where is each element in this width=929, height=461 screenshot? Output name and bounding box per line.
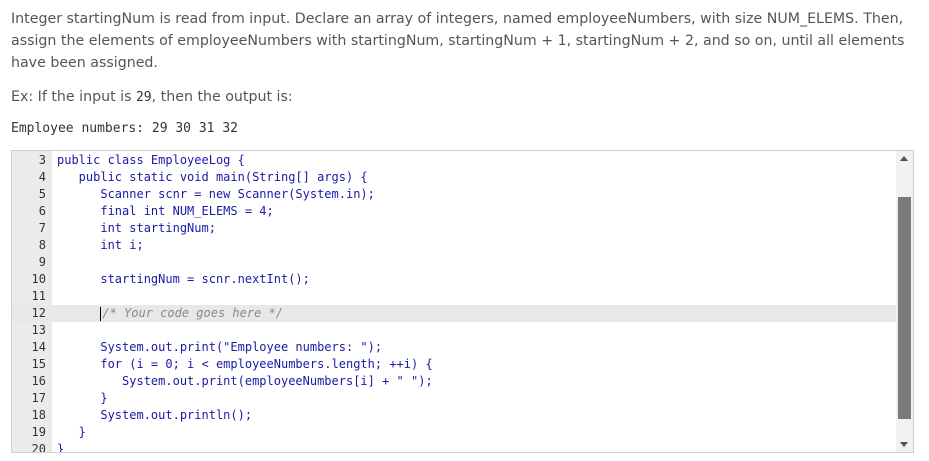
line-number: 12 xyxy=(31,306,46,320)
line-number: 10 xyxy=(31,272,46,286)
line-number: 14 xyxy=(31,340,46,354)
arrow-up-icon[interactable] xyxy=(900,156,908,161)
line-number: 17 xyxy=(31,391,46,405)
code-line[interactable]: 8 int i; xyxy=(12,237,896,254)
line-number: 8 xyxy=(38,238,46,252)
code-line[interactable]: 12 /* Your code goes here */ xyxy=(12,305,896,322)
code-line[interactable]: 13 xyxy=(12,322,896,339)
line-code[interactable]: int i; xyxy=(57,237,143,254)
code-line[interactable]: 20} xyxy=(12,441,896,453)
line-code[interactable]: System.out.print(employeeNumbers[i] + " … xyxy=(57,373,433,390)
line-number: 15 xyxy=(31,357,46,371)
line-number: 20 xyxy=(31,442,46,453)
line-code[interactable]: public static void main(String[] args) { xyxy=(57,169,368,186)
code-line[interactable]: 10 startingNum = scnr.nextInt(); xyxy=(12,271,896,288)
code-line[interactable]: 18 System.out.println(); xyxy=(12,407,896,424)
line-code[interactable]: Scanner scnr = new Scanner(System.in); xyxy=(57,186,375,203)
line-code[interactable]: startingNum = scnr.nextInt(); xyxy=(57,271,310,288)
code-line[interactable]: 15 for (i = 0; i < employeeNumbers.lengt… xyxy=(12,356,896,373)
line-number: 7 xyxy=(38,221,46,235)
code-line[interactable]: 9 xyxy=(12,254,896,271)
code-line[interactable]: 5 Scanner scnr = new Scanner(System.in); xyxy=(12,186,896,203)
code-line[interactable]: 3 public class EmployeeLog { xyxy=(12,152,896,169)
code-line[interactable]: 4 public static void main(String[] args)… xyxy=(12,169,896,186)
line-code[interactable]: /* Your code goes here */ xyxy=(57,305,283,322)
vertical-scrollbar[interactable] xyxy=(896,151,913,452)
line-number: 5 xyxy=(38,187,46,201)
example-input-value: 29 xyxy=(135,90,152,105)
line-code[interactable]: System.out.println(); xyxy=(57,407,252,424)
line-number: 4 xyxy=(38,170,46,184)
line-code[interactable]: } xyxy=(57,390,107,407)
code-line[interactable]: 6 final int NUM_ELEMS = 4; xyxy=(12,203,896,220)
code-line[interactable]: 19 } xyxy=(12,424,896,441)
arrow-down-icon[interactable] xyxy=(900,442,908,447)
line-code[interactable]: for (i = 0; i < employeeNumbers.length; … xyxy=(57,356,432,373)
scrollbar-thumb[interactable] xyxy=(898,197,911,419)
example-suffix: , then the output is: xyxy=(151,89,293,105)
line-code[interactable]: final int NUM_ELEMS = 4; xyxy=(57,203,273,220)
line-number: 11 xyxy=(31,289,46,303)
code-line[interactable]: 17 } xyxy=(12,390,896,407)
line-number: 19 xyxy=(31,425,46,439)
code-line[interactable]: 7 int startingNum; xyxy=(12,220,896,237)
expected-output: Employee numbers: 29 30 31 32 xyxy=(11,121,238,136)
code-line[interactable]: 16 System.out.print(employeeNumbers[i] +… xyxy=(12,373,896,390)
line-number: 18 xyxy=(31,408,46,422)
line-code[interactable]: } xyxy=(57,424,86,441)
line-code[interactable]: int startingNum; xyxy=(57,220,216,237)
line-number: 9 xyxy=(38,255,46,269)
line-code[interactable]: System.out.print("Employee numbers: "); xyxy=(57,339,382,356)
line-number: 16 xyxy=(31,374,46,388)
line-code[interactable]: } xyxy=(57,441,64,452)
problem-statement: Integer startingNum is read from input. … xyxy=(11,11,905,71)
line-number: 6 xyxy=(38,204,46,218)
line-number: 13 xyxy=(31,323,46,337)
code-line[interactable]: 14 System.out.print("Employee numbers: "… xyxy=(12,339,896,356)
code-line[interactable]: 11 xyxy=(12,288,896,305)
example-line: Ex: If the input is 29, then the output … xyxy=(11,87,293,108)
code-editor[interactable]: 3 public class EmployeeLog {4 public stat… xyxy=(11,150,914,453)
line-number: 3 xyxy=(38,153,46,167)
example-prefix: Ex: If the input is xyxy=(11,89,136,105)
line-code[interactable]: public class EmployeeLog { xyxy=(57,152,245,169)
code-lines[interactable]: 3 public class EmployeeLog {4 public stat… xyxy=(12,152,896,453)
